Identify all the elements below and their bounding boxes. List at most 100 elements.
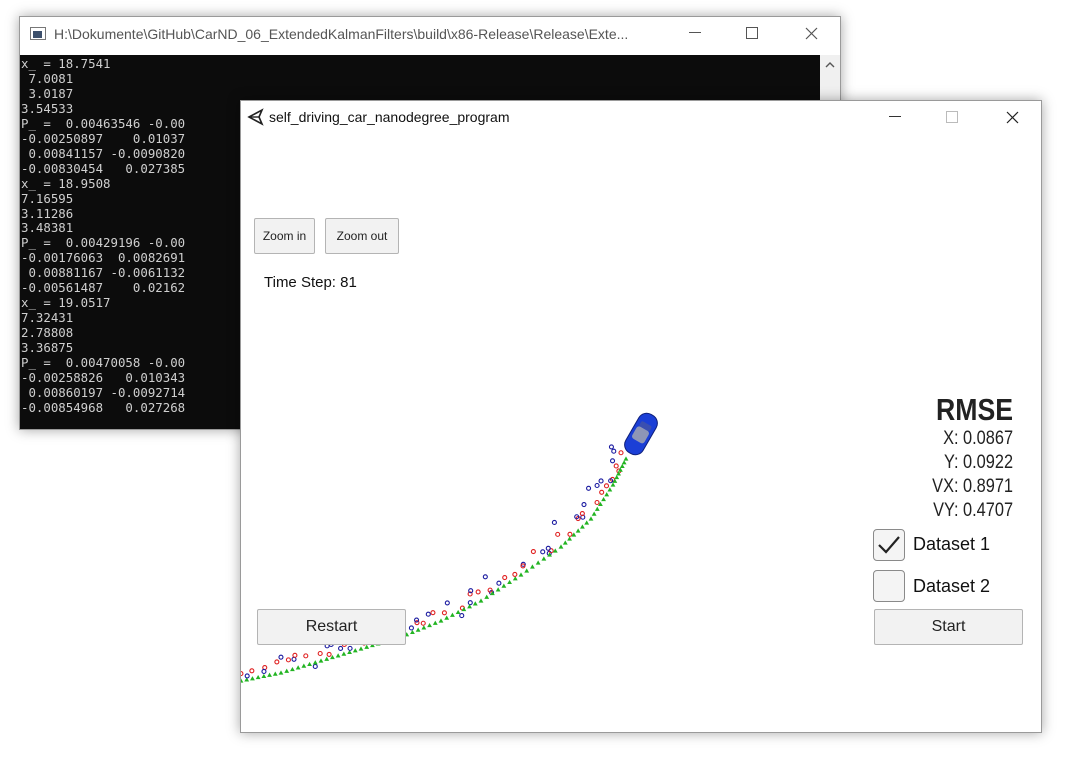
- lidar-marker: [420, 620, 426, 626]
- radar-marker: [467, 600, 473, 606]
- estimate-marker: [335, 653, 341, 658]
- estimate-marker: [284, 668, 290, 673]
- estimate-marker: [594, 506, 600, 511]
- estimate-marker: [272, 671, 278, 676]
- lidar-marker: [567, 531, 573, 537]
- close-icon[interactable]: [782, 17, 840, 49]
- zoom-in-button[interactable]: Zoom in: [254, 218, 315, 254]
- lidar-marker: [599, 489, 605, 495]
- estimate-marker: [478, 598, 484, 603]
- lidar-marker: [618, 450, 624, 456]
- radar-marker: [244, 673, 250, 679]
- estimate-marker: [427, 622, 432, 628]
- estimate-marker: [562, 540, 568, 545]
- lidar-marker: [430, 610, 436, 616]
- estimate-marker: [410, 629, 415, 635]
- estimate-marker: [580, 524, 585, 529]
- estimate-marker: [621, 460, 627, 465]
- estimate-marker: [524, 568, 530, 573]
- radar-marker: [608, 444, 614, 450]
- radar-marker: [482, 574, 488, 580]
- dataset-1-checkbox[interactable]: [873, 529, 905, 561]
- lidar-marker: [441, 610, 447, 616]
- lidar-marker: [603, 483, 610, 489]
- restart-button[interactable]: Restart: [257, 609, 406, 645]
- estimate-marker: [324, 656, 330, 661]
- lidar-marker: [555, 531, 561, 537]
- estimate-marker: [444, 615, 450, 620]
- simulator-window: self_driving_car_nanodegree_program Zoom…: [240, 100, 1042, 733]
- start-button[interactable]: Start: [874, 609, 1023, 645]
- estimate-marker: [518, 572, 524, 577]
- radar-marker: [408, 625, 414, 631]
- lidar-marker: [594, 499, 600, 506]
- lidar-marker: [512, 571, 518, 577]
- rmse-vx: VX: 0.8971: [932, 476, 1013, 497]
- radar-marker: [496, 580, 502, 586]
- estimate-marker: [241, 678, 244, 683]
- time-step-label: Time Step: 81: [264, 274, 357, 291]
- estimate-marker: [623, 456, 629, 461]
- zoom-out-button[interactable]: Zoom out: [325, 218, 399, 254]
- minimize-icon[interactable]: [666, 17, 724, 49]
- console-title: H:\Dokumente\GitHub\CarND_06_ExtendedKal…: [54, 26, 629, 42]
- estimate-marker: [614, 474, 620, 480]
- estimate-marker: [461, 606, 467, 612]
- estimate-marker: [607, 487, 613, 492]
- dataset-2-checkbox[interactable]: [873, 570, 905, 602]
- rmse-panel: RMSE X: 0.0867 Y: 0.0922 VX: 0.8971 VY: …: [919, 393, 1013, 523]
- estimate-marker: [601, 496, 606, 502]
- maximize-icon[interactable]: [723, 17, 781, 49]
- radar-marker: [291, 656, 297, 662]
- radar-marker: [459, 613, 465, 619]
- estimate-marker: [415, 627, 421, 632]
- estimate-marker: [261, 673, 267, 679]
- radar-marker: [598, 478, 604, 484]
- radar-marker: [586, 485, 592, 491]
- estimate-marker: [438, 618, 444, 623]
- estimate-marker: [358, 646, 364, 651]
- radar-marker: [444, 600, 450, 606]
- estimate-marker: [541, 556, 547, 561]
- estimate-marker: [295, 665, 301, 670]
- lidar-marker: [262, 664, 268, 671]
- radar-marker: [261, 668, 267, 675]
- estimate-marker: [558, 544, 564, 549]
- radar-marker: [611, 448, 617, 454]
- radar-marker: [312, 663, 318, 670]
- estimate-marker: [318, 658, 324, 663]
- lidar-marker: [613, 463, 619, 469]
- radar-marker: [594, 482, 600, 489]
- rmse-vy: VY: 0.4707: [933, 500, 1013, 521]
- rmse-y: Y: 0.0922: [943, 452, 1013, 473]
- estimate-marker: [584, 520, 590, 525]
- lidar-marker: [285, 657, 291, 663]
- console-titlebar[interactable]: H:\Dokumente\GitHub\CarND_06_ExtendedKal…: [20, 17, 840, 49]
- chevron-up-icon[interactable]: [820, 55, 840, 75]
- lidar-marker: [326, 651, 332, 657]
- radar-marker: [413, 617, 420, 623]
- dataset-1-label[interactable]: Dataset 1: [913, 534, 990, 555]
- radar-marker: [581, 501, 587, 508]
- lidar-marker: [530, 548, 536, 555]
- estimate-marker: [301, 663, 307, 668]
- estimate-marker: [507, 579, 512, 585]
- rmse-x: X: 0.0867: [943, 428, 1013, 449]
- estimate-marker: [250, 676, 255, 681]
- estimate-marker: [421, 625, 427, 630]
- lidar-marker: [475, 589, 481, 595]
- lidar-marker: [292, 652, 298, 658]
- estimate-marker: [484, 594, 490, 599]
- estimate-marker: [501, 583, 507, 588]
- radar-marker: [545, 545, 551, 551]
- estimate-marker: [278, 670, 284, 675]
- estimate-marker: [341, 651, 347, 656]
- checkmark-icon: [878, 536, 900, 554]
- estimate-marker: [432, 620, 438, 625]
- dataset-2-label[interactable]: Dataset 2: [913, 576, 990, 597]
- estimate-marker: [619, 463, 625, 469]
- estimate-marker: [352, 648, 358, 653]
- estimate-marker: [495, 587, 501, 592]
- estimate-marker: [267, 672, 272, 677]
- estimate-marker: [290, 666, 295, 672]
